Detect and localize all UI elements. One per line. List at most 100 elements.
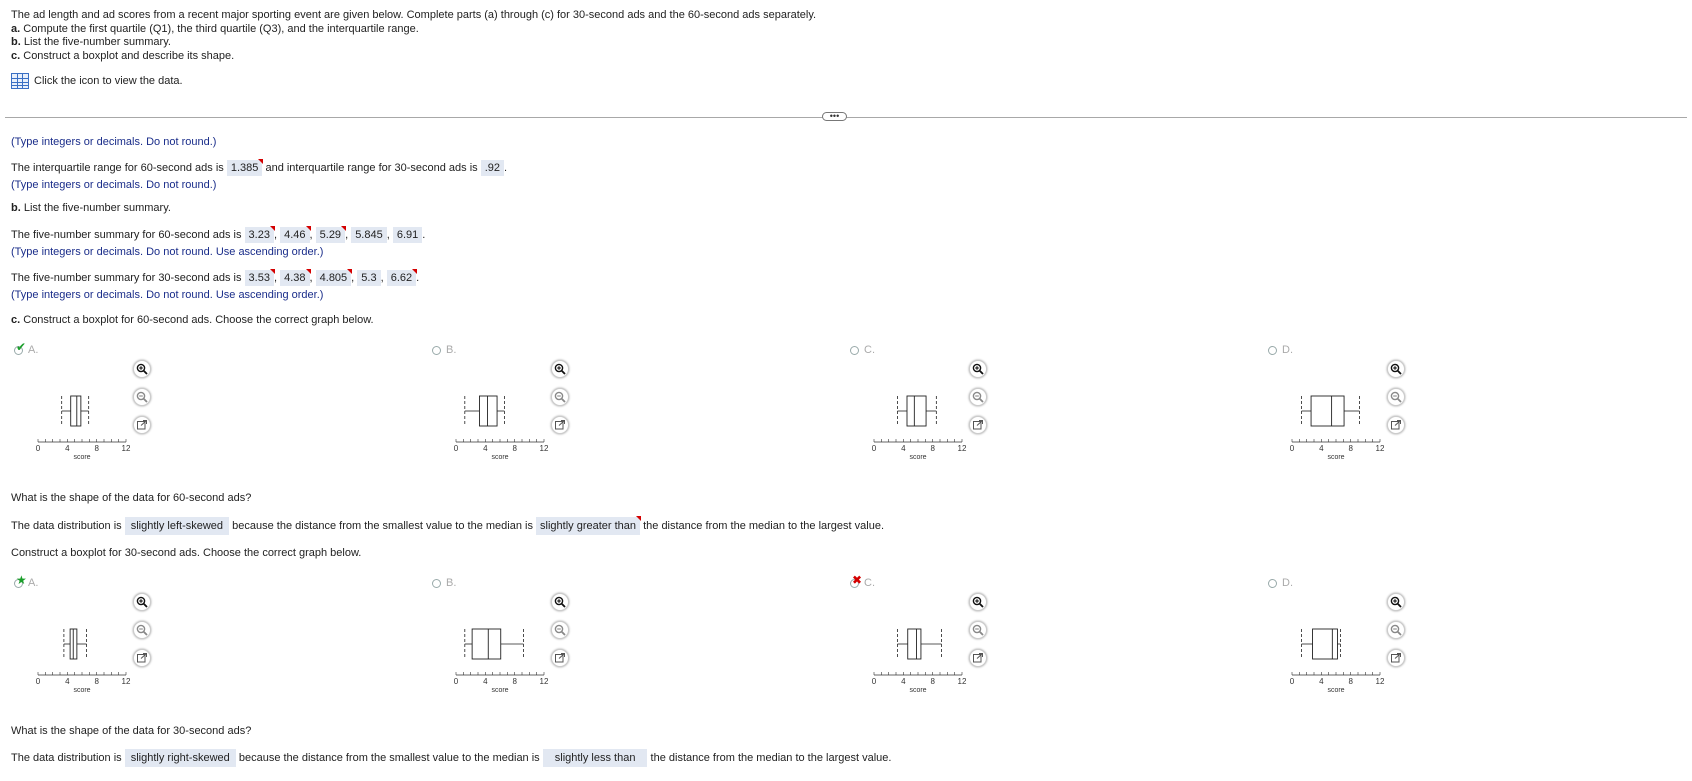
iqr-box	[70, 395, 82, 427]
option-letter: B.	[446, 344, 457, 356]
iqr-box	[479, 395, 498, 427]
radio-button[interactable]	[1268, 346, 1277, 355]
zoom-in-icon[interactable]	[969, 593, 987, 611]
option-letter: C.	[864, 577, 875, 589]
radio-button[interactable]	[850, 346, 859, 355]
hint-round-2: (Type integers or decimals. Do not round…	[11, 179, 217, 191]
open-new-window-icon[interactable]	[1387, 649, 1405, 667]
open-new-window-icon[interactable]	[133, 649, 151, 667]
iqr-box	[471, 628, 502, 660]
option-letter: C.	[864, 344, 875, 356]
zoom-out-icon[interactable]	[1387, 621, 1405, 639]
question-intro: The ad length and ad scores from a recen…	[11, 9, 816, 63]
x-tick-label: 0	[454, 444, 459, 453]
x-axis-label: score	[491, 454, 508, 461]
x-tick-label: 12	[1376, 677, 1385, 686]
hint-round-1: (Type integers or decimals. Do not round…	[11, 136, 217, 148]
x-tick-label: 4	[65, 444, 70, 453]
iqr30-answer[interactable]: .92	[480, 160, 504, 176]
radio-button[interactable]	[432, 579, 441, 588]
open-new-window-icon[interactable]	[551, 416, 569, 434]
five30-q1[interactable]: 4.38	[280, 270, 310, 286]
x-axis-label: score	[1327, 454, 1344, 461]
option-60-d[interactable]: D. 0 4 8 12 score	[1268, 344, 1608, 466]
x-tick-label: 0	[872, 677, 877, 686]
x-tick-label: 0	[454, 677, 459, 686]
five30-min[interactable]: 3.53	[244, 270, 274, 286]
part-c-30-heading: Construct a boxplot for 30-second ads. C…	[11, 547, 362, 559]
x-tick-label: 4	[1319, 444, 1324, 453]
five60-q1[interactable]: 4.46	[280, 227, 310, 243]
correct-star-icon: ★	[16, 573, 27, 587]
radio-button[interactable]	[432, 346, 441, 355]
shape30-sentence: The data distribution is slightly right-…	[11, 749, 891, 767]
five30-max[interactable]: 6.62	[386, 270, 417, 286]
boxplot-chart: 0 4 8 12 score	[36, 395, 131, 461]
zoom-out-icon[interactable]	[133, 388, 151, 406]
x-axis-label: score	[1327, 687, 1344, 694]
view-data-label: Click the icon to view the data.	[34, 75, 183, 87]
x-tick-label: 0	[1290, 677, 1295, 686]
option-30-a[interactable]: ★ A. 0 4 8 12 score	[14, 573, 354, 699]
open-new-window-icon[interactable]	[969, 649, 987, 667]
intro-line-1: The ad length and ad scores from a recen…	[11, 9, 817, 21]
data-table-icon[interactable]	[11, 73, 29, 89]
option-60-c[interactable]: C. 0 4 8 12 score	[850, 344, 1190, 466]
boxplot-chart: 0 4 8 12 score	[36, 628, 131, 694]
five30-median[interactable]: 4.805	[315, 270, 352, 286]
zoom-in-icon[interactable]	[1387, 360, 1405, 378]
x-tick-label: 12	[540, 677, 549, 686]
iqr-box	[907, 628, 922, 660]
five60-max[interactable]: 6.91	[392, 227, 423, 243]
option-letter: B.	[446, 577, 457, 589]
boxplot-chart: 0 4 8 12 score	[454, 395, 549, 461]
option-30-d[interactable]: D. 0 4 8 12 score	[1268, 577, 1608, 699]
option-letter: A.	[28, 577, 39, 589]
zoom-in-icon[interactable]	[133, 593, 151, 611]
iqr-box	[906, 395, 927, 427]
zoom-out-icon[interactable]	[969, 621, 987, 639]
cmp60-select[interactable]: slightly greater than	[536, 517, 641, 535]
iqr60-answer[interactable]: 1.385	[226, 160, 263, 176]
x-tick-label: 0	[872, 444, 877, 453]
five60-q3[interactable]: 5.845	[351, 227, 387, 243]
zoom-out-icon[interactable]	[133, 621, 151, 639]
incorrect-x-icon: ✖	[852, 573, 863, 587]
zoom-in-icon[interactable]	[551, 593, 569, 611]
zoom-in-icon[interactable]	[1387, 593, 1405, 611]
option-letter: A.	[28, 344, 39, 356]
five60-median[interactable]: 5.29	[315, 227, 346, 243]
x-tick-label: 12	[958, 444, 967, 453]
option-60-b[interactable]: B. 0 4 8 12 score	[432, 344, 772, 466]
radio-button[interactable]	[1268, 579, 1277, 588]
divider-handle[interactable]: •••	[822, 112, 847, 121]
zoom-out-icon[interactable]	[969, 388, 987, 406]
x-tick-label: 8	[930, 677, 935, 686]
zoom-out-icon[interactable]	[1387, 388, 1405, 406]
open-new-window-icon[interactable]	[133, 416, 151, 434]
option-30-b[interactable]: B. 0 4 8 12 score	[432, 577, 772, 699]
x-tick-label: 8	[94, 444, 99, 453]
open-new-window-icon[interactable]	[969, 416, 987, 434]
zoom-out-icon[interactable]	[551, 621, 569, 639]
open-new-window-icon[interactable]	[1387, 416, 1405, 434]
x-axis-label: score	[909, 687, 926, 694]
x-tick-label: 0	[1290, 444, 1295, 453]
zoom-in-icon[interactable]	[133, 360, 151, 378]
x-tick-label: 12	[122, 677, 131, 686]
zoom-out-icon[interactable]	[551, 388, 569, 406]
shape60-select[interactable]: slightly left-skewed	[124, 517, 230, 535]
five30-q3[interactable]: 5.3	[357, 270, 381, 286]
five60-min[interactable]: 3.23	[244, 227, 274, 243]
option-30-c[interactable]: ✖ C. 0 4 8 12 score	[850, 573, 1190, 699]
iqr-box	[1310, 395, 1345, 427]
shape30-select[interactable]: slightly right-skewed	[124, 749, 236, 767]
boxplot-chart: 0 4 8 12 score	[454, 628, 549, 694]
zoom-in-icon[interactable]	[969, 360, 987, 378]
open-new-window-icon[interactable]	[551, 649, 569, 667]
view-data-link[interactable]: Click the icon to view the data.	[11, 73, 183, 89]
boxplot-chart: 0 4 8 12 score	[872, 395, 967, 461]
zoom-in-icon[interactable]	[551, 360, 569, 378]
cmp30-select[interactable]: slightly less than	[542, 749, 648, 767]
option-60-a[interactable]: ✔ A. 0 4 8 12 score	[14, 340, 354, 466]
